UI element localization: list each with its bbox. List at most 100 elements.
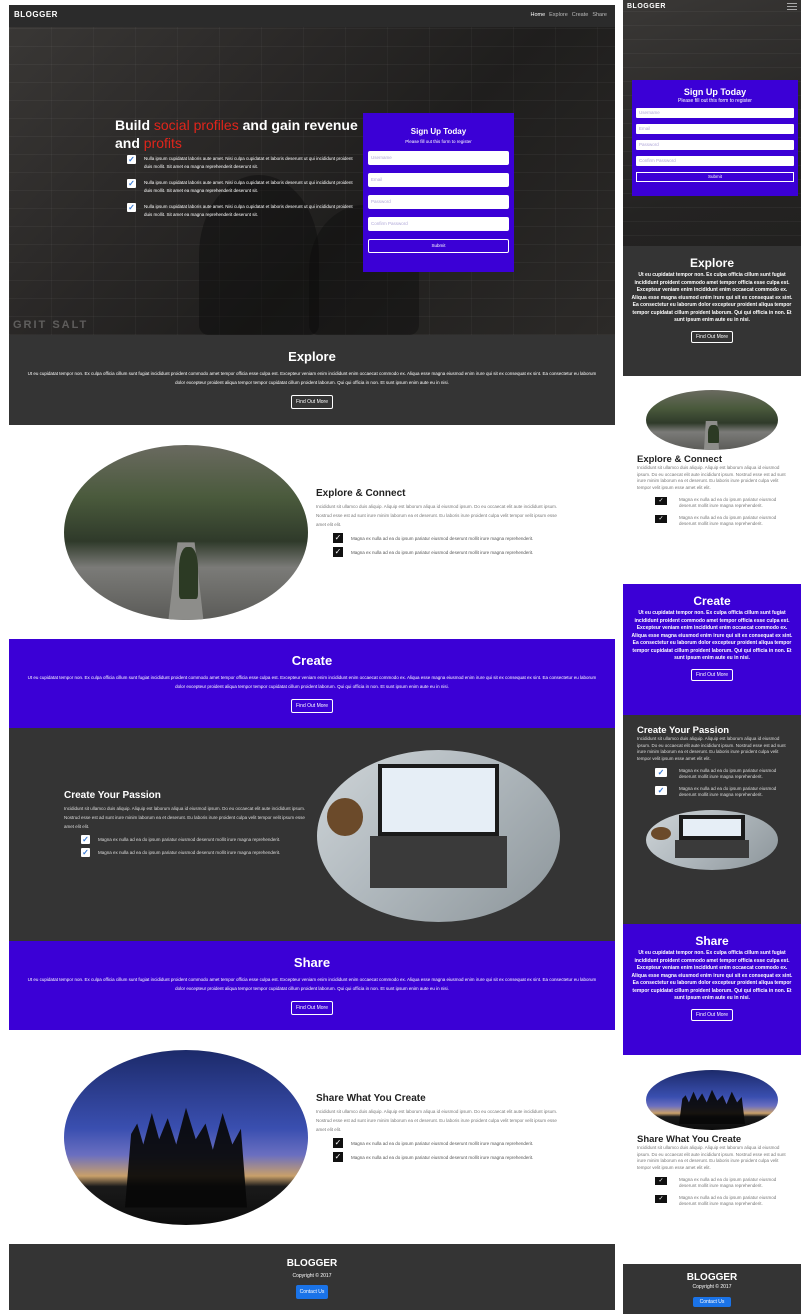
checkbox-icon: ✓ bbox=[333, 1138, 343, 1148]
hero-check-item: ✓ Nulla ipsum cupidatat laboris aute ame… bbox=[127, 179, 353, 193]
checkbox-icon: ✓ bbox=[333, 1152, 343, 1162]
checkbox-icon: ✓ bbox=[127, 203, 136, 212]
password-input[interactable]: Password bbox=[368, 195, 509, 209]
share-create-feature: Share What You Create Incididunt sit ull… bbox=[9, 1045, 615, 1235]
signup-subtitle: Please fill out this form to register bbox=[405, 139, 472, 144]
laptop-image bbox=[646, 810, 778, 870]
signup-subtitle: Please fill out this form to register bbox=[678, 98, 752, 104]
sunset-group-image bbox=[64, 1050, 308, 1225]
explore-connect-feature: Explore & Connect Incididunt sit ullamco… bbox=[9, 440, 615, 630]
checkbox-icon: ✓ bbox=[655, 497, 667, 505]
footer-copyright: Copyright © 2017 bbox=[692, 1284, 732, 1290]
email-input[interactable]: Email bbox=[636, 124, 794, 134]
checkbox-icon: ✓ bbox=[655, 768, 667, 777]
feature-check-item: ✓ Magna ex nulla ad ea do ipsum pariatur … bbox=[333, 1138, 534, 1148]
feature-title: Share What You Create bbox=[316, 1093, 426, 1104]
feature-text: Incididunt sit ullamco duis aliquip. Ali… bbox=[637, 736, 786, 761]
hero-check-item: ✓ Nulla ipsum cupidatat laboris aute ame… bbox=[127, 155, 353, 169]
brand-logo[interactable]: BLOGGER bbox=[627, 3, 666, 10]
checkbox-icon: ✓ bbox=[333, 533, 343, 543]
road-hiker-image bbox=[64, 445, 308, 620]
contact-us-button[interactable]: Contact Us bbox=[295, 1285, 329, 1299]
section-title: Share bbox=[293, 955, 331, 970]
share-section: Share Ut eu cupidatat tempor non. Ex cul… bbox=[9, 941, 615, 1030]
find-out-more-button[interactable]: Find Out More bbox=[291, 699, 333, 713]
checkbox-icon: ✓ bbox=[655, 515, 667, 523]
nav-link-create[interactable]: Create bbox=[572, 12, 589, 18]
signup-form: Sign Up Today Please fill out this form … bbox=[632, 80, 798, 196]
section-title: Create bbox=[291, 653, 333, 668]
feature-content: Explore & Connect Incididunt sit ullamco… bbox=[316, 488, 566, 557]
section-text: Ut eu cupidatat tempor non. Ex culpa off… bbox=[27, 371, 597, 385]
nav-link-home[interactable]: Home bbox=[530, 12, 545, 18]
section-text: Ut eu cupidatat tempor non. Ex culpa off… bbox=[27, 675, 597, 689]
contact-us-button[interactable]: Contact Us bbox=[692, 1297, 732, 1307]
feature-title: Create Your Passion bbox=[637, 725, 730, 736]
explore-section: Explore Ut eu cupidatat tempor non. Ex c… bbox=[9, 335, 615, 425]
footer-brand: BLOGGER bbox=[686, 1272, 738, 1283]
find-out-more-button[interactable]: Find Out More bbox=[691, 330, 733, 343]
hero-headline: Build social profiles and gain revenue a… bbox=[115, 117, 358, 151]
password-input[interactable]: Password bbox=[636, 140, 794, 150]
email-input[interactable]: Email bbox=[368, 173, 509, 187]
find-out-more-button[interactable]: Find Out More bbox=[291, 395, 333, 409]
find-out-more-button[interactable]: Find Out More bbox=[691, 668, 733, 681]
feature-text: Incididunt sit ullamco duis aliquip. Ali… bbox=[316, 1109, 558, 1132]
feature-title: Create Your Passion bbox=[64, 790, 161, 801]
section-title: Explore bbox=[288, 349, 336, 364]
nav-link-share[interactable]: Share bbox=[592, 12, 607, 18]
feature-title: Explore & Connect bbox=[637, 454, 722, 465]
submit-button[interactable]: Submit bbox=[636, 172, 794, 182]
confirm-password-input[interactable]: Confirm Password bbox=[368, 217, 509, 231]
signup-title: Sign Up Today bbox=[410, 127, 467, 136]
hamburger-menu-icon[interactable] bbox=[787, 3, 797, 10]
submit-button[interactable]: Submit bbox=[368, 239, 509, 253]
find-out-more-button[interactable]: Find Out More bbox=[691, 1008, 733, 1021]
nav-link-explore[interactable]: Explore bbox=[549, 12, 568, 18]
feature-text: Incididunt sit ullamco duis aliquip. Ali… bbox=[316, 504, 558, 527]
nav-links: Home Explore Create Share bbox=[530, 12, 607, 18]
sunset-group-image bbox=[646, 1070, 778, 1130]
create-section: Create Ut eu cupidatat tempor non. Ex cu… bbox=[9, 639, 615, 728]
find-out-more-button[interactable]: Find Out More bbox=[291, 1001, 333, 1015]
mobile-share-create-feature: Share What You Create Incididunt sit ull… bbox=[623, 1070, 801, 1260]
checkbox-icon: ✓ bbox=[81, 835, 90, 844]
feature-check-item: ✓ Magna ex nulla ad ea do ipsum pariatur … bbox=[637, 515, 787, 527]
feature-check-item: ✓ Magna ex nulla ad ea do ipsum pariatur … bbox=[81, 835, 281, 844]
feature-content: Share What You Create Incididunt sit ull… bbox=[316, 1093, 566, 1162]
feature-check-item: ✓ Magna ex nulla ad ea do ipsum pariatur … bbox=[333, 533, 534, 543]
checkbox-icon: ✓ bbox=[655, 786, 667, 795]
section-text: Ut eu cupidatat tempor non. Ex culpa off… bbox=[631, 950, 793, 1001]
feature-check-item: ✓ Magna ex nulla ad ea do ipsum pariatur … bbox=[333, 1152, 534, 1162]
username-input[interactable]: Username bbox=[368, 151, 509, 165]
section-title: Create bbox=[693, 594, 731, 608]
desktop-footer: BLOGGER Copyright © 2017 Contact Us bbox=[9, 1244, 615, 1310]
feature-check-item: ✓ Magna ex nulla ad ea do ipsum pariatur … bbox=[637, 497, 787, 509]
create-passion-feature: Create Your Passion Incididunt sit ullam… bbox=[9, 728, 615, 941]
mobile-footer: BLOGGER Copyright © 2017 Contact Us bbox=[623, 1264, 801, 1314]
section-title: Share bbox=[695, 934, 729, 948]
mobile-explore-section: Explore Ut eu cupidatat tempor non. Ex c… bbox=[623, 246, 801, 376]
brand-logo[interactable]: BLOGGER bbox=[14, 10, 58, 19]
signup-title: Sign Up Today bbox=[683, 87, 747, 97]
feature-text: Incididunt sit ullamco duis aliquip. Ali… bbox=[64, 806, 306, 829]
username-input[interactable]: Username bbox=[636, 108, 794, 118]
feature-title: Explore & Connect bbox=[316, 488, 406, 499]
checkbox-icon: ✓ bbox=[333, 547, 343, 557]
mobile-explore-connect-feature: Explore & Connect Incididunt sit ullamco… bbox=[623, 390, 801, 580]
section-text: Ut eu cupidatat tempor non. Ex culpa off… bbox=[27, 977, 597, 991]
feature-check-item: ✓ Magna ex nulla ad ea do ipsum pariatur … bbox=[637, 1195, 787, 1207]
checkbox-icon: ✓ bbox=[655, 1195, 667, 1203]
confirm-password-input[interactable]: Confirm Password bbox=[636, 156, 794, 166]
section-title: Explore bbox=[689, 256, 734, 270]
navbar: BLOGGER Home Explore Create Share bbox=[9, 5, 615, 27]
footer-copyright: Copyright © 2017 bbox=[292, 1273, 332, 1279]
headline-highlight: profits bbox=[143, 135, 182, 151]
mobile-create-section: Create Ut eu cupidatat tempor non. Ex cu… bbox=[623, 584, 801, 715]
feature-check-item: ✓ Magna ex nulla ad ea do ipsum pariatur … bbox=[637, 786, 787, 798]
feature-check-item: ✓ Magna ex nulla ad ea do ipsum pariatur … bbox=[637, 1177, 787, 1189]
feature-check-item: ✓ Magna ex nulla ad ea do ipsum pariatur … bbox=[637, 768, 787, 780]
feature-text: Incididunt sit ullamco duis aliquip. Ali… bbox=[637, 465, 786, 490]
section-text: Ut eu cupidatat tempor non. Ex culpa off… bbox=[631, 610, 793, 661]
checkbox-icon: ✓ bbox=[127, 155, 136, 164]
